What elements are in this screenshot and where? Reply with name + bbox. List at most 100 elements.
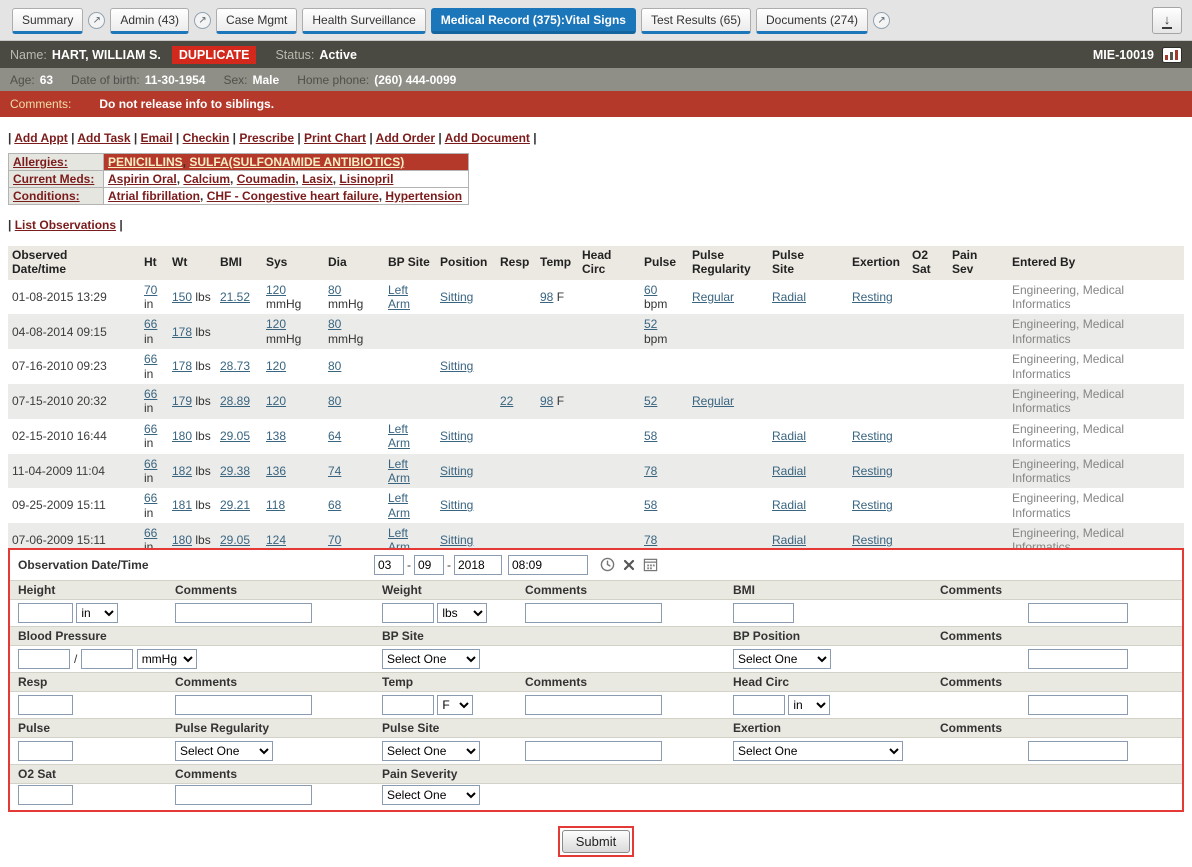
vital-value-link[interactable]: 120 <box>266 317 286 331</box>
exertion-select[interactable]: Select One <box>733 741 903 761</box>
vital-value-link[interactable]: 66 <box>144 352 157 366</box>
bmi-comments-input[interactable] <box>1028 603 1128 623</box>
vital-value-link[interactable]: Sitting <box>440 464 473 478</box>
conditions-item-link[interactable]: CHF - Congestive heart failure <box>207 189 379 203</box>
vital-value-link[interactable]: Left Arm <box>388 283 410 311</box>
vital-value-link[interactable]: 138 <box>266 429 286 443</box>
head-circ-comments-input[interactable] <box>1028 695 1128 715</box>
summary-label-allergies[interactable]: Allergies: <box>13 155 68 169</box>
vital-value-link[interactable]: 60 <box>644 283 657 297</box>
vital-value-link[interactable]: Left Arm <box>388 422 410 450</box>
vital-value-link[interactable]: 70 <box>144 283 157 297</box>
vital-value-link[interactable]: Radial <box>772 498 806 512</box>
head-circ-input[interactable] <box>733 695 785 715</box>
obs-date-day-input[interactable] <box>414 555 444 575</box>
vital-value-link[interactable]: 178 <box>172 325 192 339</box>
bp-systolic-input[interactable] <box>18 649 70 669</box>
pulse-regularity-select[interactable]: Select One <box>175 741 273 761</box>
vital-value-link[interactable]: 80 <box>328 359 341 373</box>
vital-value-link[interactable]: 181 <box>172 498 192 512</box>
vital-value-link[interactable]: 66 <box>144 491 157 505</box>
duplicate-badge[interactable]: DUPLICATE <box>172 46 257 64</box>
bp-unit-select[interactable]: mmHg <box>137 649 197 669</box>
vital-value-link[interactable]: 120 <box>266 394 286 408</box>
vital-value-link[interactable]: Sitting <box>440 533 473 547</box>
vital-value-link[interactable]: 78 <box>644 533 657 547</box>
vital-value-link[interactable]: Radial <box>772 290 806 304</box>
vital-value-link[interactable]: 78 <box>644 464 657 478</box>
pulse-site-select[interactable]: Select One <box>382 741 480 761</box>
weight-unit-select[interactable]: lbs <box>437 603 487 623</box>
height-comments-input[interactable] <box>175 603 312 623</box>
allergies-item-link[interactable]: PENICILLINS <box>108 155 183 169</box>
vital-value-link[interactable]: 66 <box>144 387 157 401</box>
clear-date-icon[interactable] <box>623 559 635 571</box>
height-input[interactable] <box>18 603 73 623</box>
action-link-add-task[interactable]: Add Task <box>77 131 130 145</box>
o2-sat-input[interactable] <box>18 785 73 805</box>
vital-value-link[interactable]: Radial <box>772 533 806 547</box>
obs-time-input[interactable] <box>508 555 588 575</box>
vital-value-link[interactable]: 58 <box>644 429 657 443</box>
vital-value-link[interactable]: Radial <box>772 429 806 443</box>
obs-date-year-input[interactable] <box>454 555 502 575</box>
vital-value-link[interactable]: Resting <box>852 533 893 547</box>
vital-value-link[interactable]: 74 <box>328 464 341 478</box>
clock-icon[interactable] <box>600 557 615 572</box>
vital-value-link[interactable]: 80 <box>328 394 341 408</box>
list-observations-link[interactable]: List Observations <box>15 218 116 232</box>
obs-date-month-input[interactable] <box>374 555 404 575</box>
popout-icon-documents-274[interactable]: ↗ <box>873 12 890 29</box>
resp-comments-input[interactable] <box>175 695 312 715</box>
action-link-add-document[interactable]: Add Document <box>445 131 530 145</box>
vital-value-link[interactable]: Radial <box>772 464 806 478</box>
vital-value-link[interactable]: 29.05 <box>220 533 250 547</box>
pain-severity-select[interactable]: Select One <box>382 785 480 805</box>
tab-summary[interactable]: Summary <box>12 8 83 34</box>
vital-value-link[interactable]: Sitting <box>440 290 473 304</box>
vital-value-link[interactable]: Left Arm <box>388 457 410 485</box>
vital-value-link[interactable]: 64 <box>328 429 341 443</box>
weight-comments-input[interactable] <box>525 603 662 623</box>
tab-health-surveillance[interactable]: Health Surveillance <box>302 8 425 34</box>
current-meds-item-link[interactable]: Calcium <box>183 172 230 186</box>
vital-value-link[interactable]: 68 <box>328 498 341 512</box>
conditions-item-link[interactable]: Hypertension <box>385 189 462 203</box>
vital-value-link[interactable]: 98 <box>540 394 553 408</box>
weight-input[interactable] <box>382 603 434 623</box>
action-link-prescribe[interactable]: Prescribe <box>239 131 294 145</box>
current-meds-item-link[interactable]: Aspirin Oral <box>108 172 177 186</box>
current-meds-item-link[interactable]: Lasix <box>302 172 333 186</box>
submit-button[interactable]: Submit <box>562 830 630 853</box>
conditions-item-link[interactable]: Atrial fibrillation <box>108 189 200 203</box>
vital-value-link[interactable]: 66 <box>144 526 157 540</box>
tab-admin-43[interactable]: Admin (43) <box>110 8 189 34</box>
tab-case-mgmt[interactable]: Case Mgmt <box>216 8 297 34</box>
vital-value-link[interactable]: 21.52 <box>220 290 250 304</box>
temp-unit-select[interactable]: F <box>437 695 473 715</box>
vital-value-link[interactable]: Resting <box>852 429 893 443</box>
vital-value-link[interactable]: 66 <box>144 457 157 471</box>
temp-input[interactable] <box>382 695 434 715</box>
calendar-icon[interactable] <box>643 557 658 572</box>
o2-sat-comments-input[interactable] <box>175 785 312 805</box>
vital-value-link[interactable]: 98 <box>540 290 553 304</box>
bp-diastolic-input[interactable] <box>81 649 133 669</box>
head-circ-unit-select[interactable]: in <box>788 695 830 715</box>
vital-value-link[interactable]: Sitting <box>440 359 473 373</box>
vital-value-link[interactable]: 179 <box>172 394 192 408</box>
vital-value-link[interactable]: 52 <box>644 394 657 408</box>
vital-value-link[interactable]: 70 <box>328 533 341 547</box>
current-meds-item-link[interactable]: Coumadin <box>237 172 296 186</box>
vital-value-link[interactable]: Sitting <box>440 498 473 512</box>
flowsheet-chart-icon[interactable] <box>1162 47 1182 63</box>
vital-value-link[interactable]: 180 <box>172 533 192 547</box>
vital-value-link[interactable]: 28.73 <box>220 359 250 373</box>
action-link-email[interactable]: Email <box>141 131 173 145</box>
vital-value-link[interactable]: Resting <box>852 498 893 512</box>
vital-value-link[interactable]: 124 <box>266 533 286 547</box>
vital-value-link[interactable]: 66 <box>144 422 157 436</box>
summary-label-current-meds[interactable]: Current Meds: <box>13 172 94 186</box>
temp-comments-input[interactable] <box>525 695 662 715</box>
summary-label-conditions[interactable]: Conditions: <box>13 189 80 203</box>
